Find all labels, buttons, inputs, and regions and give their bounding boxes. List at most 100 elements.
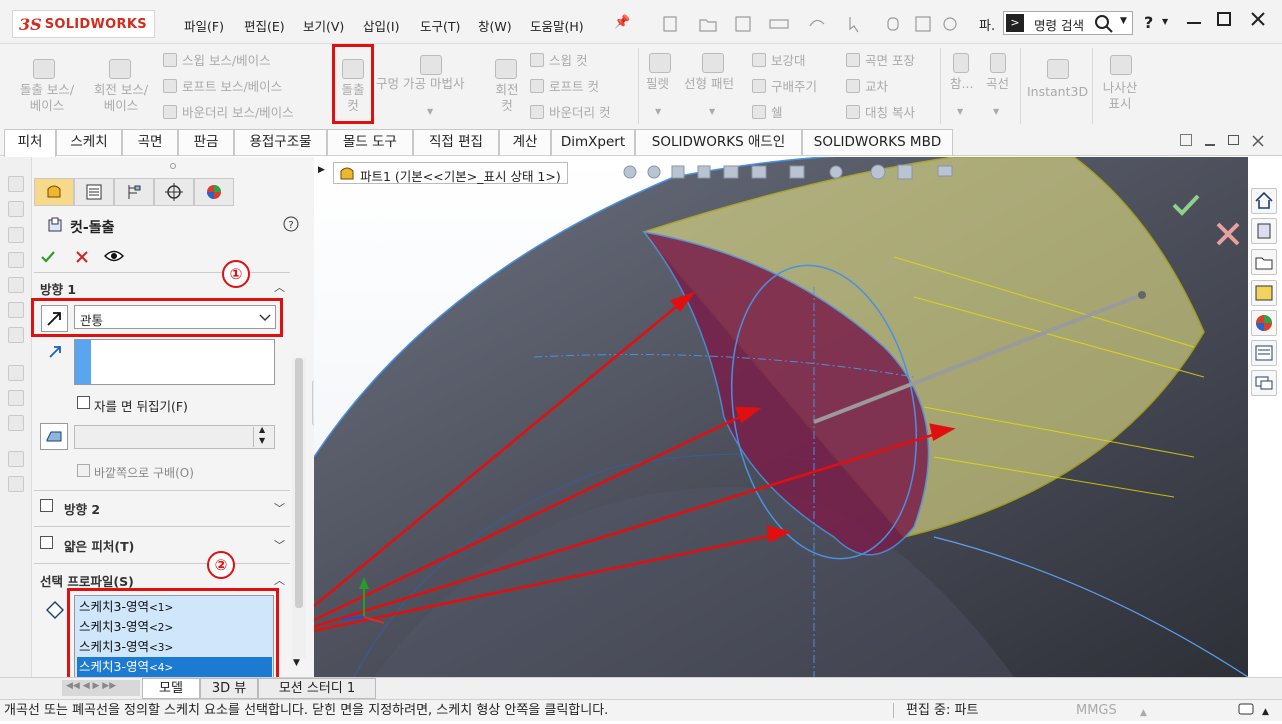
spinner-down-icon[interactable]: ▼ [259,436,265,445]
strip-icon-1[interactable] [8,176,24,192]
tab-solidworks-addins[interactable]: SOLIDWORKS 애드인 [635,129,802,155]
draft-angle-input[interactable]: ▲ ▼ [74,425,275,449]
strip-icon-4[interactable] [8,252,24,268]
curves-dropdown-icon[interactable]: ▼ [993,104,999,120]
strip-icon-6[interactable] [8,302,24,318]
maximize-icon[interactable] [1217,12,1231,26]
strip-icon-9[interactable] [8,390,24,406]
tab-3d-view[interactable]: 3D 뷰 [200,678,258,699]
strip-icon-7[interactable] [8,327,24,343]
confirm-check-icon[interactable] [1172,193,1200,217]
view-palette-icon[interactable] [1251,280,1277,306]
minimize-icon[interactable] [1187,22,1201,24]
help-button[interactable]: ? [1144,13,1153,32]
draft-button[interactable]: 구배주기 [752,79,817,95]
direction-reference-field[interactable] [74,339,275,385]
strip-icon-11[interactable] [8,451,24,467]
tab-sheet-metal[interactable]: 판금 [178,129,234,155]
cancel-x-icon[interactable] [76,251,88,263]
pm-scrollbar[interactable] [292,358,306,658]
close-icon[interactable] [1250,11,1266,27]
panel-grip[interactable] [170,163,176,169]
tooltip-toggle-icon[interactable] [1238,703,1254,717]
menu-view[interactable]: 보기(V) [303,16,344,35]
design-library-icon[interactable] [1251,218,1277,244]
strip-icon-10[interactable] [8,415,24,431]
tab-scroll-buttons[interactable]: ◀◀ ◀ ▶ ▶▶ [62,680,140,696]
doc-minimize-icon[interactable] [1205,144,1215,146]
scroll-down-icon[interactable]: ▼ [293,658,300,668]
sweep-cut-button[interactable]: 스윕 컷 [530,53,587,69]
configuration-manager-tab[interactable] [114,178,154,206]
first-tab-icon[interactable]: ◀◀ ◀ ▶ ▶▶ [66,681,116,691]
thin-feature-header[interactable]: 얇은 피처(T) [64,536,134,555]
reference-geometry-button[interactable]: 참... [950,76,973,92]
menu-help[interactable]: 도움말(H) [530,16,584,35]
menu-window[interactable]: 창(W) [478,16,512,35]
menu-edit[interactable]: 편집(E) [244,16,285,35]
doc-restore-icon[interactable] [1228,135,1239,145]
property-manager-tab[interactable] [74,178,114,206]
direction1-header[interactable]: 방향 1 [40,279,76,298]
cosmetic-thread-button[interactable]: 나사산 표시 [1100,80,1140,112]
tab-evaluate[interactable]: 계산 [499,129,551,155]
tab-model[interactable]: 모델 [142,678,200,699]
strip-icon-8[interactable] [8,365,24,381]
breadcrumb[interactable]: 파트1 (기본<<기본>_표시 상태 1>) [333,162,568,184]
linear-pattern-dropdown-icon[interactable]: ▼ [709,104,715,120]
wrap-button[interactable]: 곡면 포장 [846,53,915,69]
file-explorer-icon[interactable] [1251,249,1277,275]
status-expand-icon[interactable]: ▲ [1262,702,1269,723]
menu-file[interactable]: 파일(F) [184,16,224,35]
revolve-boss-button[interactable]: 회전 보스/ 베이스 [86,82,156,114]
appearances-icon[interactable] [1251,310,1277,336]
dimxpert-manager-tab[interactable] [154,178,194,206]
curves-button[interactable]: 곡선 [986,76,1009,92]
loft-cut-button[interactable]: 로프트 컷 [530,79,599,95]
heads-up-view-toolbar[interactable] [620,160,960,184]
display-manager-tab[interactable] [194,178,234,206]
ok-check-icon[interactable] [41,250,55,264]
home-icon[interactable] [1251,188,1277,214]
fillet-button[interactable]: 필렛 [646,76,669,92]
tile-icon[interactable] [1180,134,1192,146]
tab-surfaces[interactable]: 곡면 [122,129,178,155]
tab-sketch[interactable]: 스케치 [56,129,122,155]
strip-icon-12[interactable] [8,476,24,492]
pm-scrollbar-thumb[interactable] [295,358,303,608]
custom-properties-icon[interactable] [1251,340,1277,366]
draft-angle-spinner[interactable]: ▲ ▼ [253,425,273,447]
solidworks-logo[interactable]: 3S SOLIDWORKS [12,10,155,38]
linear-pattern-button[interactable]: 선형 패턴 [684,76,734,92]
hole-wizard-button[interactable]: 구멍 가공 마법사 [376,76,464,92]
collapse-chevron-icon[interactable]: ︿ [274,572,285,588]
fillet-dropdown-icon[interactable]: ▼ [655,104,661,120]
command-search-box[interactable]: > 명령 검색 ▼ [1003,11,1133,35]
sweep-boss-button[interactable]: 스윕 보스/베이스 [163,53,271,69]
intersect-button[interactable]: 교차 [846,79,888,95]
expand-chevron-icon[interactable]: ﹀ [274,537,285,553]
reference-geometry-dropdown-icon[interactable]: ▼ [957,104,963,120]
tab-direct-editing[interactable]: 직접 편집 [413,129,499,155]
loft-boss-button[interactable]: 로프트 보스/베이스 [163,79,282,95]
tab-motion-study[interactable]: 모션 스터디 1 [258,678,376,699]
strip-icon-5[interactable] [8,277,24,293]
direction2-header[interactable]: 방향 2 [64,499,100,518]
pm-help-icon[interactable]: ? [283,216,299,232]
unit-system[interactable]: MMGS [1076,700,1117,721]
graphics-area[interactable] [314,157,1248,677]
shell-button[interactable]: 쉘 [752,105,783,121]
pin-icon[interactable]: 📌 [614,15,630,30]
spinner-up-icon[interactable]: ▲ [259,425,265,434]
help-dropdown-icon[interactable]: ▼ [1162,17,1168,26]
menu-tools[interactable]: 도구(T) [420,16,460,35]
hole-wizard-dropdown-icon[interactable]: ▼ [427,104,433,120]
forum-icon[interactable] [1251,370,1277,396]
expand-chevron-icon[interactable]: ﹀ [274,500,285,516]
tab-features[interactable]: 피처 [4,129,56,157]
preview-eye-icon[interactable] [104,249,124,263]
tab-weldments[interactable]: 용접구조물 [234,129,327,155]
tab-solidworks-mbd[interactable]: SOLIDWORKS MBD [802,129,953,155]
direction2-checkbox[interactable] [40,499,53,512]
draft-toggle-button[interactable] [40,423,68,450]
